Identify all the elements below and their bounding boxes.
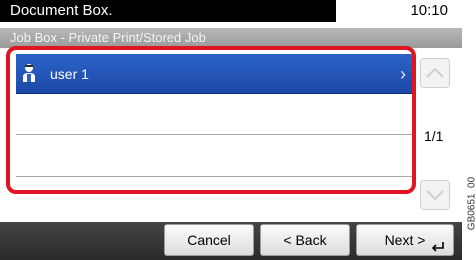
screen-title: Document Box. — [0, 0, 336, 22]
enter-icon — [431, 242, 444, 252]
figure-code-text: GB0651_00 — [466, 176, 476, 231]
page-indicator: 1/1 — [424, 128, 444, 144]
chevron-down-icon — [426, 190, 444, 201]
device-screen: Document Box. 10:10 Job Box - Private Pr… — [0, 0, 462, 260]
footer-bar: Cancel < Back Next > — [0, 222, 462, 260]
clock: 10:10 — [410, 2, 448, 19]
user-list: user 1 › — [6, 46, 416, 194]
chevron-up-icon — [426, 67, 444, 78]
header-bar: Document Box. 10:10 — [0, 0, 462, 30]
back-button[interactable]: < Back — [260, 224, 350, 256]
person-icon — [23, 64, 35, 82]
list-item-label: user 1 — [50, 66, 89, 82]
figure-code: GB0651_00 — [462, 160, 476, 260]
list-item-empty-2[interactable] — [16, 95, 412, 135]
breadcrumb: Job Box - Private Print/Stored Job — [0, 28, 462, 48]
chevron-right-icon: › — [400, 64, 406, 84]
cancel-button[interactable]: Cancel — [164, 224, 254, 256]
next-button-label: Next > — [384, 232, 426, 248]
list-item-empty-3[interactable] — [16, 137, 412, 177]
list-item-empty-4[interactable] — [16, 179, 412, 190]
scroll-down-button[interactable] — [420, 180, 450, 210]
list-item-user-1[interactable]: user 1 › — [16, 54, 412, 94]
scroll-up-button[interactable] — [420, 58, 450, 88]
next-button[interactable]: Next > — [356, 224, 454, 256]
